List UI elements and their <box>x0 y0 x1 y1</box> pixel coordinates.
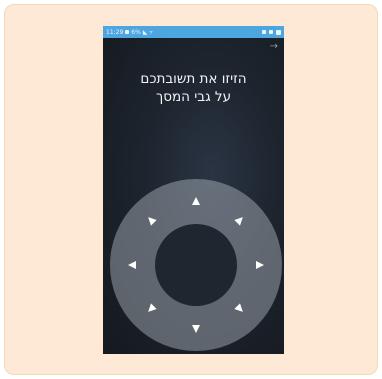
prompt-text: הזיזו את תשובתכם על גבי המסך <box>103 70 284 106</box>
prompt-line-2: על גבי המסך <box>155 89 232 105</box>
status-bar-left: 11:29 6% ◣ ▿ <box>106 29 152 36</box>
storage-icon <box>269 30 273 34</box>
arrow-right-icon[interactable]: → <box>270 42 278 52</box>
status-bar-right <box>262 29 281 35</box>
status-bar: 11:29 6% ◣ ▿ <box>103 26 284 38</box>
wifi-icon: ▿ <box>149 28 153 36</box>
sync-icon <box>262 30 266 34</box>
arrow-up-button[interactable] <box>189 194 203 208</box>
arrow-down-right-icon <box>234 303 243 312</box>
arrow-up-left-icon <box>148 217 157 226</box>
direction-dial[interactable] <box>110 179 282 351</box>
arrow-left-icon <box>128 261 136 269</box>
arrow-up-left-button[interactable] <box>144 213 158 227</box>
arrow-up-right-button[interactable] <box>233 213 247 227</box>
dial-center <box>155 224 237 306</box>
arrow-up-right-icon <box>234 217 243 226</box>
status-time: 11:29 <box>106 28 124 36</box>
arrow-down-left-button[interactable] <box>144 302 158 316</box>
arrow-up-icon <box>192 197 200 205</box>
arrow-down-right-button[interactable] <box>233 302 247 316</box>
arrow-left-button[interactable] <box>125 258 139 272</box>
arrow-right-button[interactable] <box>253 258 267 272</box>
battery-icon <box>125 30 130 34</box>
status-battery-percent: 6% <box>131 28 141 36</box>
arrow-down-button[interactable] <box>189 322 203 336</box>
arrow-down-left-icon <box>148 303 157 312</box>
prompt-line-1: הזיזו את תשובתכם <box>140 71 247 87</box>
arrow-down-icon <box>192 325 200 333</box>
signal-icon: ◣ <box>142 28 148 36</box>
phone-screen: 11:29 6% ◣ ▿ → הזיזו את תשובתכם על גבי ה… <box>103 26 284 354</box>
arrow-right-icon <box>256 261 264 269</box>
battery-status-icon <box>276 29 281 35</box>
